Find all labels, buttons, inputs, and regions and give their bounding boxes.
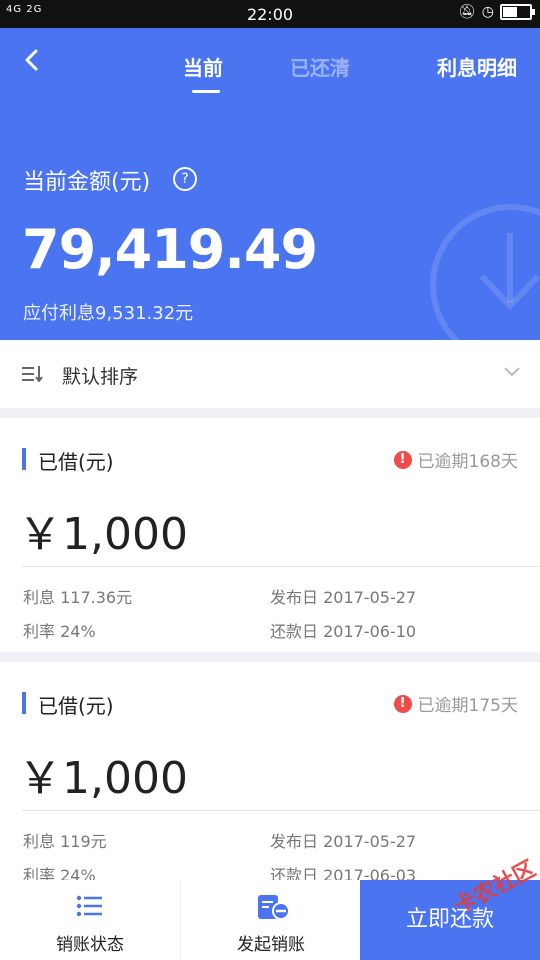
- loan-interest: 利息 117.36元: [23, 588, 133, 607]
- tab-current[interactable]: 当前: [183, 52, 223, 81]
- loan-publish-date: 发布日 2017-05-27: [270, 588, 417, 607]
- list-icon: [76, 895, 102, 917]
- loan-title: 已借(元): [38, 694, 114, 718]
- loan-amount: ￥1,000: [18, 753, 188, 804]
- start-writeoff-label: 发起销账: [237, 935, 305, 955]
- status-bar: 4G 2G 22:00 🔕︎ ◷: [0, 0, 540, 28]
- back-icon[interactable]: [20, 46, 44, 74]
- divider: [22, 566, 540, 567]
- tab-paid-off[interactable]: 已还清: [290, 52, 350, 81]
- loan-title: 已借(元): [38, 450, 114, 474]
- card-accent-bar: [22, 448, 26, 470]
- overdue-badge: ! 已逾期175天: [393, 691, 518, 716]
- interest-detail-link[interactable]: 利息明细: [437, 52, 517, 81]
- writeoff-status-label: 销账状态: [56, 935, 124, 955]
- summary-header: 当前 已还清 利息明细 当前金额(元) ? 79,419.49 应付利息9,53…: [0, 28, 540, 340]
- loan-interest: 利息 119元: [23, 832, 107, 851]
- loan-due-date: 还款日 2017-06-10: [270, 622, 417, 641]
- sort-icon: [22, 366, 43, 382]
- current-amount: 79,419.49: [22, 218, 318, 281]
- overdue-badge: ! 已逾期168天: [393, 447, 518, 472]
- down-arrow-icon: [479, 233, 540, 311]
- sort-label: 默认排序: [62, 366, 139, 388]
- writeoff-status-button[interactable]: 销账状态: [0, 880, 180, 960]
- interest-due: 应付利息9,531.32元: [23, 303, 194, 324]
- warning-icon: !: [393, 450, 412, 469]
- card-accent-bar: [22, 692, 26, 714]
- overdue-text: 已逾期175天: [417, 696, 518, 716]
- sort-selector[interactable]: 默认排序: [0, 340, 540, 408]
- overdue-text: 已逾期168天: [417, 452, 518, 472]
- loan-publish-date: 发布日 2017-05-27: [270, 832, 417, 851]
- clock-icon: ◷: [481, 4, 494, 20]
- tab-current-indicator: [192, 90, 220, 93]
- help-icon[interactable]: ?: [173, 167, 197, 191]
- loan-rate: 利率 24%: [23, 622, 96, 641]
- loan-amount: ￥1,000: [18, 509, 188, 560]
- battery-icon: [500, 4, 535, 20]
- mute-icon: 🔕︎: [458, 4, 476, 20]
- current-amount-label: 当前金额(元): [23, 170, 151, 195]
- document-minus-icon: [258, 895, 290, 920]
- warning-icon: !: [393, 694, 412, 713]
- start-writeoff-button[interactable]: 发起销账: [180, 880, 361, 960]
- chevron-down-icon: [504, 367, 520, 377]
- loan-card[interactable]: 已借(元) ! 已逾期175天 ￥1,000 利息 119元 利率 24% 发布…: [0, 662, 540, 892]
- loan-card[interactable]: 已借(元) ! 已逾期168天 ￥1,000 利息 117.36元 利率 24%…: [0, 418, 540, 652]
- divider: [22, 810, 540, 811]
- status-icons: 🔕︎ ◷: [458, 4, 535, 20]
